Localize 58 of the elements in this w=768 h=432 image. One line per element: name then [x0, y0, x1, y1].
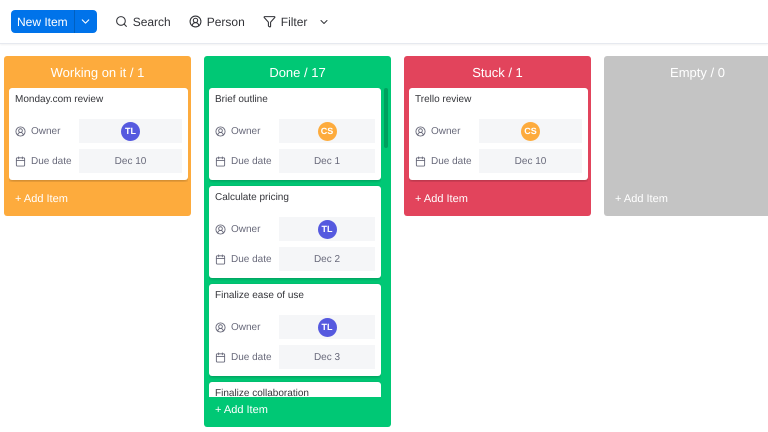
- column-title: Stuck / 1: [471, 64, 524, 82]
- item-card[interactable]: Brief outline Owner CS Due date Dec 1: [209, 88, 381, 180]
- column-title: Done / 17: [268, 64, 327, 82]
- field-label: Owner: [31, 126, 60, 136]
- field-label: Owner: [231, 126, 260, 136]
- person-icon: [215, 322, 226, 332]
- calendar-icon: [215, 254, 226, 264]
- calendar-icon: [215, 156, 226, 166]
- calendar-icon: [15, 156, 26, 166]
- date-cell[interactable]: Dec 1: [279, 149, 375, 173]
- calendar-icon: [415, 156, 426, 166]
- item-card[interactable]: Calculate pricing Owner TL Due date Dec 2: [209, 186, 381, 278]
- person-icon: [15, 126, 26, 136]
- date-cell[interactable]: Dec 10: [479, 149, 582, 173]
- field-label: Owner: [431, 126, 460, 136]
- date-cell[interactable]: Dec 3: [279, 345, 375, 369]
- item-card[interactable]: Monday.com review Owner TL Due date Dec 10: [9, 88, 188, 180]
- add-item-button[interactable]: + Add Item: [415, 182, 468, 216]
- search-icon: [114, 15, 128, 28]
- avatar: CS: [521, 122, 540, 140]
- calendar-icon: [215, 352, 226, 362]
- card-title: Trello review: [415, 93, 472, 107]
- field-label: Owner: [231, 224, 260, 234]
- card-title: Finalize collaboration: [215, 387, 310, 397]
- person-icon: [415, 126, 426, 136]
- scrollbar-thumb[interactable]: [384, 88, 388, 148]
- field-label: Due date: [431, 156, 472, 166]
- date-cell[interactable]: Dec 10: [79, 149, 182, 173]
- avatar: TL: [318, 318, 336, 336]
- field-label: Due date: [231, 254, 272, 264]
- column-title: Empty / 0: [669, 64, 726, 82]
- avatar: CS: [318, 122, 336, 140]
- new-item-button[interactable]: New Item: [11, 10, 75, 33]
- field-label: Owner: [231, 322, 260, 332]
- card-title: Monday.com review: [15, 93, 104, 107]
- avatar: TL: [121, 122, 140, 140]
- item-card[interactable]: Finalize ease of use Owner TL Due date Dec 3: [209, 284, 381, 376]
- field-label: Due date: [31, 156, 72, 166]
- owner-cell[interactable]: TL: [79, 119, 182, 143]
- person-icon: [215, 224, 226, 234]
- person-icon: [215, 126, 226, 136]
- filter-button[interactable]: Filter: [262, 14, 330, 28]
- person-icon: [188, 15, 202, 28]
- person-button[interactable]: Person: [188, 14, 245, 28]
- column-title: Working on it / 1: [50, 64, 146, 82]
- card-title: Finalize ease of use: [215, 289, 305, 303]
- search-button[interactable]: Search: [114, 14, 171, 28]
- field-label: Due date: [231, 156, 272, 166]
- item-card[interactable]: Finalize collaboration: [209, 382, 381, 397]
- date-cell[interactable]: Dec 2: [279, 247, 375, 271]
- item-card[interactable]: Trello review Owner CS Due date Dec 10: [409, 88, 588, 180]
- owner-cell[interactable]: TL: [279, 217, 375, 241]
- filter-icon: [262, 15, 276, 28]
- owner-cell[interactable]: TL: [279, 315, 375, 339]
- card-title: Calculate pricing: [215, 191, 290, 205]
- avatar: TL: [318, 220, 336, 238]
- field-label: Due date: [231, 352, 272, 362]
- card-title: Brief outline: [215, 93, 269, 107]
